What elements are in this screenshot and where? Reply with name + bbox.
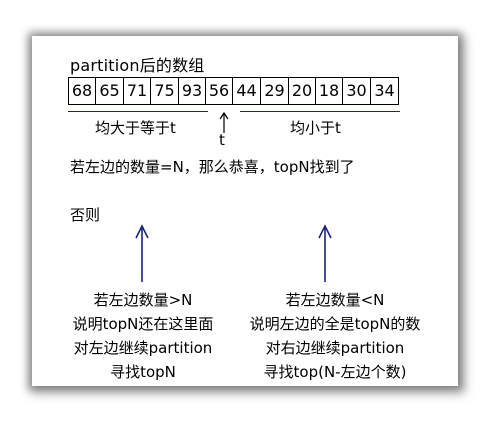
array-cell: 20: [289, 78, 316, 104]
array-cell: 34: [374, 81, 395, 100]
array-cell: 93: [179, 78, 206, 104]
array-cell: 29: [261, 78, 289, 104]
left-case-line: 对左边继续partition: [73, 339, 213, 357]
array-cell-pivot: 56: [206, 78, 233, 104]
otherwise-label: 否则: [70, 206, 101, 224]
array-cell: 71: [124, 78, 151, 104]
success-statement: 若左边的数量=N，那么恭喜，topN找到了: [70, 158, 355, 176]
left-case-text: 若左边数量>N 说明topN还在这里面 对左边继续partition 寻找top…: [48, 288, 238, 384]
array-cell: 65: [96, 78, 124, 104]
diagram-title: partition后的数组: [70, 56, 205, 75]
left-case-line: 寻找topN: [110, 363, 176, 381]
array-cell: 44: [233, 78, 261, 104]
array-cell: 30: [343, 78, 371, 104]
partition-array: 68 65 71 75 93 56 44 29 20 18 30 34: [68, 77, 399, 105]
left-case-line: 若左边数量>N: [93, 291, 193, 309]
left-group-underline: [68, 111, 208, 112]
left-case-line: 说明topN还在这里面: [72, 315, 214, 333]
array-cell: 68: [69, 78, 96, 104]
array-cell: 75: [151, 78, 179, 104]
right-case-line: 说明左边的全是topN的数: [249, 315, 421, 333]
right-case-line: 若左边数量<N: [285, 291, 385, 309]
pivot-label: t: [219, 131, 225, 149]
right-group-label: 均小于t: [290, 119, 341, 137]
right-case-text: 若左边数量<N 说明左边的全是topN的数 对右边继续partition 寻找t…: [230, 288, 440, 384]
array-cell: 18: [316, 78, 343, 104]
right-case-line: 寻找top(N-左边个数): [263, 363, 407, 381]
right-group-underline: [240, 111, 400, 112]
left-group-label: 均大于等于t: [95, 119, 176, 137]
right-case-line: 对右边继续partition: [265, 339, 405, 357]
